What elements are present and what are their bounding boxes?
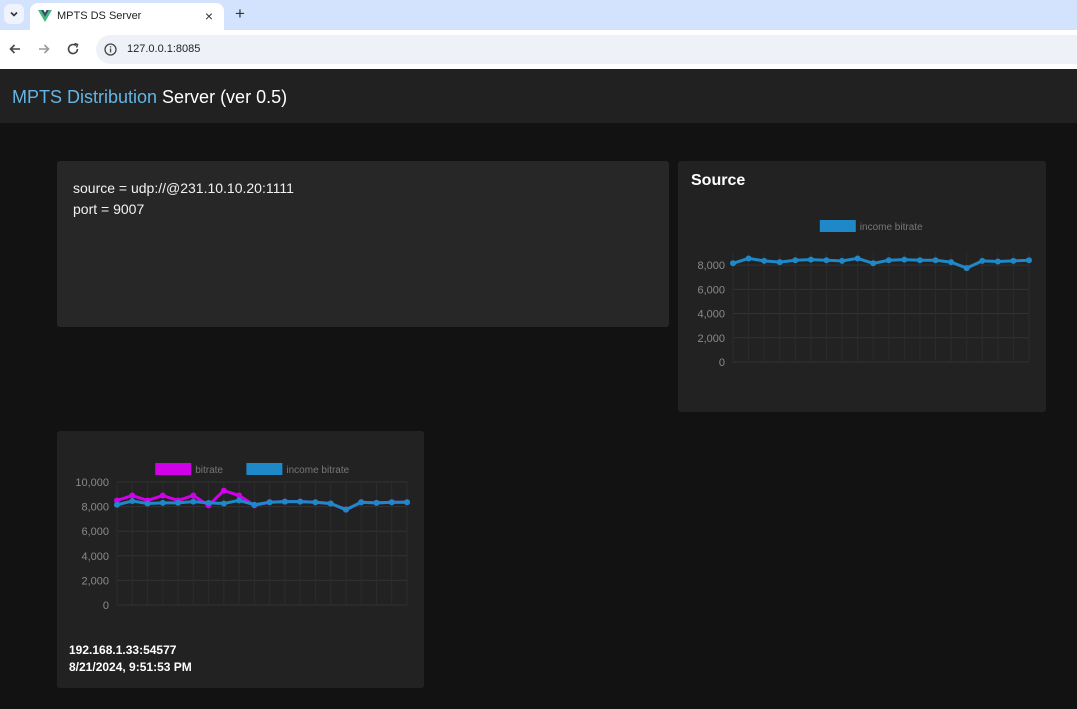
data-point bbox=[251, 501, 258, 508]
y-tick-label: 8,000 bbox=[697, 260, 725, 272]
app-title: MPTS Distribution Server (ver 0.5) bbox=[12, 87, 287, 108]
data-point bbox=[114, 501, 120, 508]
data-point bbox=[404, 499, 410, 506]
data-point bbox=[901, 256, 908, 263]
info-icon[interactable] bbox=[104, 43, 117, 56]
back-arrow-icon[interactable] bbox=[5, 39, 25, 59]
data-point bbox=[730, 260, 736, 267]
chevron-down-icon bbox=[10, 11, 18, 17]
client-chart-card: 0 2,000 4,000 6,000 8,000 10,000 bitrate income… bbox=[57, 431, 424, 688]
data-point bbox=[885, 257, 892, 264]
data-point bbox=[220, 500, 227, 507]
data-point bbox=[358, 499, 365, 506]
app-title-rest: Server (ver 0.5) bbox=[157, 87, 288, 107]
data-point bbox=[190, 498, 197, 505]
browser-tab-strip: MPTS DS Server × + bbox=[0, 0, 1077, 30]
legend-swatch bbox=[246, 463, 283, 475]
address-bar[interactable]: 127.0.0.1:8085 bbox=[96, 35, 1077, 64]
data-point bbox=[129, 498, 136, 505]
port-value: port = 9007 bbox=[73, 201, 145, 217]
client-bitrate-chart: 0 2,000 4,000 6,000 8,000 10,000 bitrate income… bbox=[75, 463, 410, 612]
data-point bbox=[327, 500, 334, 507]
data-point bbox=[854, 255, 861, 262]
y-tick-label: 4,000 bbox=[81, 551, 109, 563]
source-info-card: source = udp://@231.10.10.20:1111 port =… bbox=[57, 161, 669, 327]
data-point bbox=[220, 487, 227, 494]
source-bitrate-chart: 0 2,000 4,000 6,000 8,000 income bitrate bbox=[697, 220, 1032, 369]
data-point bbox=[297, 498, 304, 505]
source-chart-card: Source 0 2,000 4,000 6,000 8,000 income bitra… bbox=[678, 161, 1046, 412]
data-point bbox=[129, 492, 136, 499]
app-title-accent: MPTS Distribution bbox=[12, 87, 158, 107]
data-point bbox=[761, 257, 768, 264]
legend-label: income bitrate bbox=[860, 222, 923, 233]
data-point bbox=[870, 260, 877, 267]
close-tab-icon[interactable]: × bbox=[200, 7, 218, 25]
y-tick-label: 6,000 bbox=[697, 284, 725, 296]
data-point bbox=[839, 257, 846, 264]
data-point bbox=[1026, 257, 1032, 264]
data-point bbox=[175, 499, 182, 506]
legend-swatch bbox=[155, 463, 192, 475]
y-tick-label: 8,000 bbox=[81, 502, 109, 514]
app-header: MPTS Distribution Server (ver 0.5) bbox=[0, 69, 1077, 123]
tab-title: MPTS DS Server bbox=[57, 10, 142, 22]
data-point bbox=[190, 492, 197, 499]
client-address: 192.168.1.33:54577 bbox=[69, 643, 177, 657]
y-tick-label: 2,000 bbox=[81, 575, 109, 587]
y-tick-label: 4,000 bbox=[697, 309, 725, 321]
data-point bbox=[159, 499, 166, 506]
url-text: 127.0.0.1:8085 bbox=[127, 43, 201, 55]
data-point bbox=[342, 506, 349, 513]
y-tick-label: 10,000 bbox=[75, 477, 109, 489]
vue-logo-icon bbox=[38, 10, 52, 22]
data-point bbox=[159, 492, 166, 499]
browser-toolbar: 127.0.0.1:8085 bbox=[0, 30, 1077, 69]
browser-tab[interactable]: MPTS DS Server × bbox=[30, 3, 224, 30]
data-point bbox=[916, 257, 923, 264]
reload-icon[interactable] bbox=[63, 39, 83, 59]
data-point bbox=[144, 500, 151, 507]
y-tick-label: 2,000 bbox=[697, 333, 725, 345]
new-tab-icon[interactable]: + bbox=[230, 4, 250, 24]
y-tick-label: 6,000 bbox=[81, 526, 109, 538]
data-point bbox=[388, 499, 395, 506]
y-tick-label: 0 bbox=[103, 600, 109, 612]
y-tick-label: 0 bbox=[719, 357, 725, 369]
data-point bbox=[266, 499, 273, 506]
data-point bbox=[932, 257, 939, 264]
data-point bbox=[745, 255, 752, 262]
data-point bbox=[205, 499, 212, 506]
source-address: source = udp://@231.10.10.20:1111 bbox=[73, 180, 294, 196]
legend-label: income bitrate bbox=[286, 465, 349, 476]
data-point bbox=[312, 499, 319, 506]
data-point bbox=[979, 257, 986, 264]
data-point bbox=[1010, 257, 1017, 264]
data-point bbox=[948, 259, 955, 266]
data-point bbox=[823, 257, 830, 264]
data-point bbox=[792, 257, 799, 264]
legend-swatch bbox=[819, 220, 856, 232]
legend-label: bitrate bbox=[195, 465, 223, 476]
data-point bbox=[776, 259, 783, 266]
client-timestamp: 8/21/2024, 9:51:53 PM bbox=[69, 660, 192, 674]
data-point bbox=[963, 265, 970, 272]
data-point bbox=[994, 258, 1001, 265]
data-point bbox=[807, 256, 814, 263]
data-point bbox=[281, 498, 288, 505]
data-point bbox=[236, 497, 243, 504]
forward-arrow-icon[interactable] bbox=[34, 39, 54, 59]
data-point bbox=[373, 499, 380, 506]
tab-search-button[interactable] bbox=[4, 4, 24, 24]
